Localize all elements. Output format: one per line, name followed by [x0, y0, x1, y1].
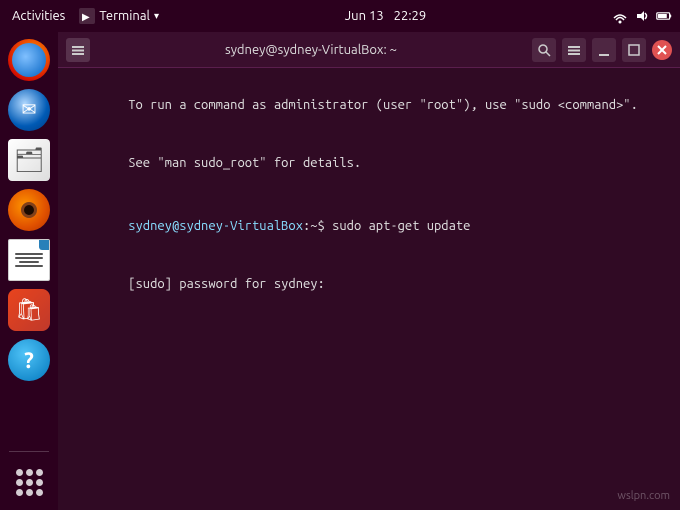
main-area: 🗂 🛍 ?: [0, 32, 680, 510]
writer-icon: [8, 239, 50, 281]
term-text-2: See "man sudo_root" for details.: [128, 156, 361, 170]
topbar-clock: Jun 13 22:29: [345, 9, 426, 23]
term-line-1: To run a command as administrator (user …: [70, 76, 668, 135]
search-button[interactable]: [532, 38, 556, 62]
maximize-icon: [627, 43, 641, 57]
search-icon: [537, 43, 551, 57]
maximize-button[interactable]: [622, 38, 646, 62]
minimize-icon: [597, 43, 611, 57]
dock-item-appcenter[interactable]: 🛍: [5, 286, 53, 334]
terminal-title: sydney@sydney-VirtualBox: ~: [90, 43, 532, 57]
chevron-down-icon: ▾: [154, 10, 159, 22]
terminal-window: sydney@sydney-VirtualBox: ~: [58, 32, 680, 510]
dock-item-thunderbird[interactable]: [5, 86, 53, 134]
term-line-4: [sudo] password for sydney:: [70, 256, 668, 315]
appcenter-icon: 🛍: [8, 289, 50, 331]
files-icon: 🗂: [8, 139, 50, 181]
topbar-left: Activities ▶ Terminal ▾: [8, 7, 159, 25]
titlebar-left: [66, 38, 90, 62]
close-button[interactable]: [652, 40, 672, 60]
sound-icon[interactable]: [634, 8, 650, 24]
menu-icon[interactable]: [66, 38, 90, 62]
grid-icon: [16, 469, 43, 496]
time-display: 22:29: [394, 9, 427, 23]
options-button[interactable]: [562, 38, 586, 62]
activities-button[interactable]: Activities: [8, 7, 69, 25]
network-icon[interactable]: [612, 8, 628, 24]
term-line-2: See "man sudo_root" for details.: [70, 135, 668, 194]
terminal-menu-button[interactable]: ▶ Terminal ▾: [79, 8, 159, 24]
term-line-3: sydney@sydney-VirtualBox:~$ sudo apt-get…: [70, 197, 668, 256]
dock: 🗂 🛍 ?: [0, 32, 58, 510]
term-text-1: To run a command as administrator (user …: [128, 98, 638, 112]
firefox-icon: [8, 39, 50, 81]
menu-lines-icon: [567, 43, 581, 57]
close-icon: [656, 44, 668, 56]
show-apps-button[interactable]: [5, 458, 53, 506]
dock-item-files[interactable]: 🗂: [5, 136, 53, 184]
rhythmbox-icon: [8, 189, 50, 231]
top-bar: Activities ▶ Terminal ▾ Jun 13 22:29: [0, 0, 680, 32]
terminal-content[interactable]: To run a command as administrator (user …: [58, 68, 680, 510]
term-command: sudo apt-get update: [332, 219, 470, 233]
terminal-label: Terminal: [99, 9, 150, 23]
dock-item-writer[interactable]: [5, 236, 53, 284]
dock-item-firefox[interactable]: [5, 36, 53, 84]
topbar-right: [612, 8, 672, 24]
dock-item-help[interactable]: ?: [5, 336, 53, 384]
term-prompt-suffix: :~$: [303, 219, 332, 233]
dock-separator: [9, 451, 49, 452]
terminal-titlebar: sydney@sydney-VirtualBox: ~: [58, 32, 680, 68]
dock-item-rhythmbox[interactable]: [5, 186, 53, 234]
date-display: Jun 13: [345, 9, 384, 23]
svg-text:▶: ▶: [82, 11, 90, 22]
term-output: [sudo] password for sydney:: [128, 277, 325, 291]
battery-icon[interactable]: [656, 8, 672, 24]
minimize-button[interactable]: [592, 38, 616, 62]
titlebar-controls: [532, 38, 672, 62]
thunderbird-icon: [8, 89, 50, 131]
hamburger-icon: [71, 43, 85, 57]
help-icon: ?: [8, 339, 50, 381]
watermark: wslpn.com: [617, 490, 670, 502]
term-prompt: sydney@sydney-VirtualBox: [128, 219, 303, 233]
terminal-icon: ▶: [79, 8, 95, 24]
